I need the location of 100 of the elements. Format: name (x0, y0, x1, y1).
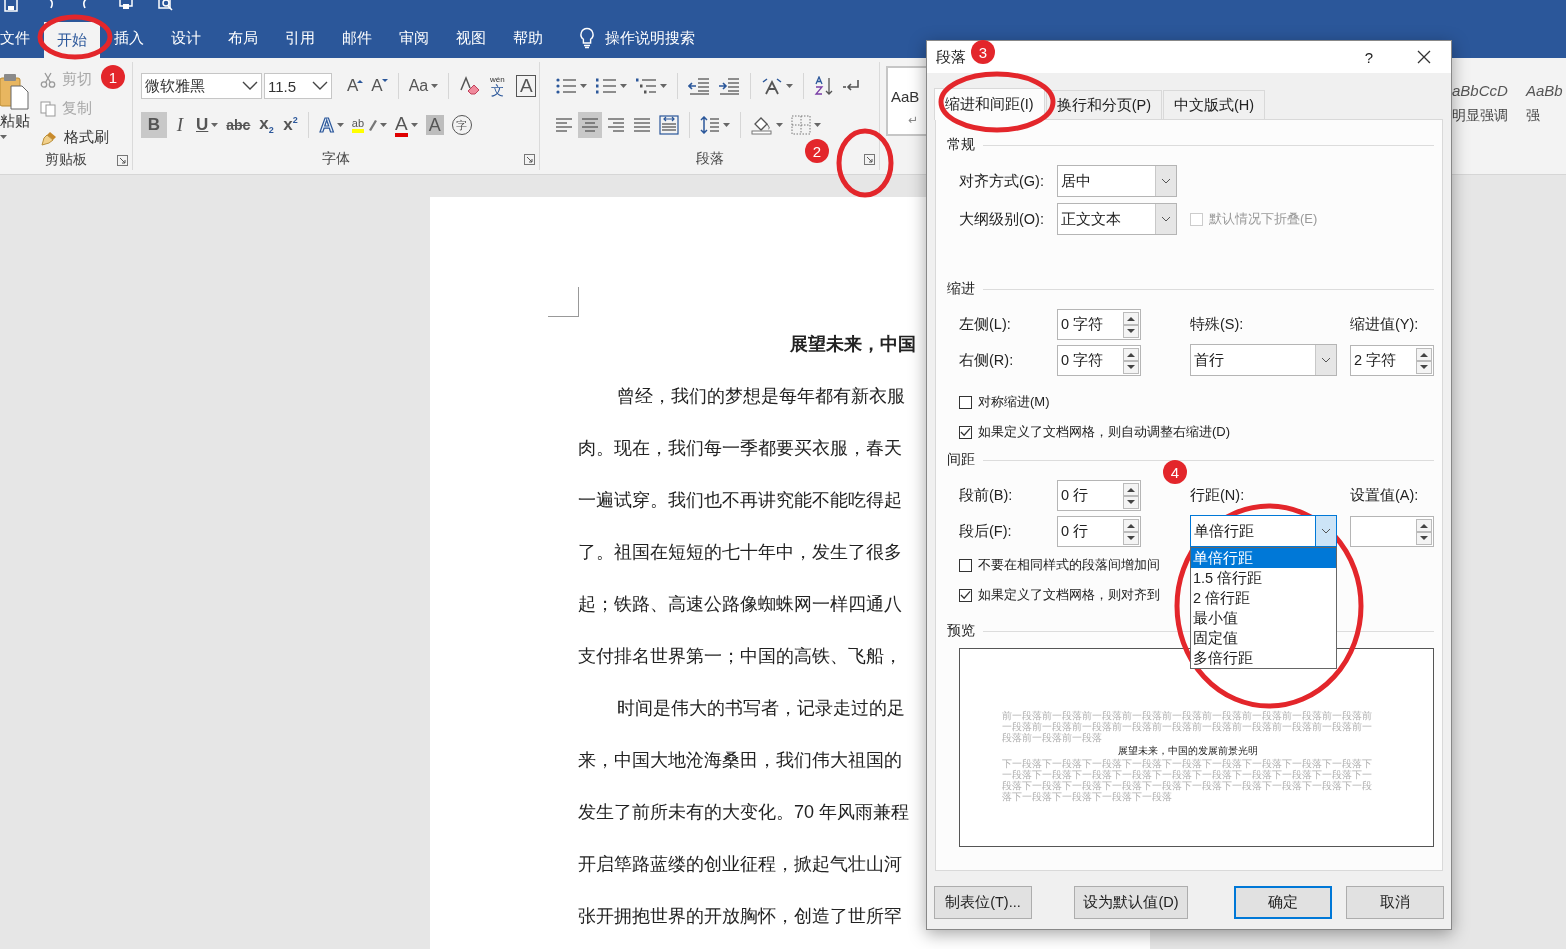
checkbox[interactable] (959, 558, 972, 572)
field-label: 右侧(R): (959, 350, 1015, 370)
ribbon-tab[interactable]: 引用 (272, 18, 328, 58)
font-name-dropdown[interactable]: 微软雅黑 (141, 73, 262, 99)
group-label: 段落 (695, 150, 724, 168)
ribbon-tab[interactable]: 视图 (443, 18, 499, 58)
spin-arrows-icon[interactable] (1416, 347, 1432, 374)
dialog-button[interactable]: 取消 (1346, 886, 1444, 919)
clear-formatting-icon (459, 76, 482, 96)
grow-font-button[interactable]: A (344, 73, 367, 99)
document-text-line: 肉。现在，我们每一季都要买衣服，春天 (578, 437, 902, 460)
shrink-font-button[interactable]: A (368, 73, 391, 99)
phonetic-guide-button[interactable]: wén 文 (486, 73, 509, 99)
sort-icon (814, 76, 834, 96)
spin-field[interactable] (1350, 515, 1434, 547)
paintbrush-icon (40, 129, 58, 146)
pen-icon (367, 118, 378, 132)
close-icon[interactable] (1417, 50, 1431, 64)
section-heading: 间距 (947, 451, 975, 469)
dialog-button[interactable]: 设为默认值(D) (1074, 886, 1188, 919)
font-color-button[interactable]: A (392, 112, 421, 138)
tell-me-search[interactable]: 操作说明搜索 (579, 18, 695, 58)
dialog-launcher-icon[interactable] (117, 155, 128, 166)
print-preview-icon[interactable] (118, 0, 134, 12)
spin-arrows-icon[interactable] (1123, 482, 1139, 509)
distributed-icon (659, 115, 679, 135)
spin-arrows-icon[interactable] (1123, 311, 1139, 338)
dialog-tab[interactable]: 换行和分页(P) (1045, 90, 1163, 119)
italic-button[interactable]: I (169, 112, 191, 138)
checkbox[interactable] (959, 395, 972, 409)
font-size-dropdown[interactable]: 11.5 (264, 73, 332, 99)
style-gallery-item[interactable]: AaBb 强 (1524, 62, 1566, 122)
checkbox[interactable] (959, 588, 972, 602)
magnifier-page-icon[interactable] (158, 0, 174, 12)
save-icon[interactable] (4, 0, 18, 12)
ribbon-tab[interactable]: 审阅 (386, 18, 442, 58)
field-label: 左侧(L): (959, 314, 1012, 334)
increase-indent-icon (718, 77, 740, 95)
paste-button[interactable]: 粘贴 (0, 62, 32, 139)
dropdown-option[interactable]: 2 倍行距 (1191, 588, 1336, 608)
ribbon-tab[interactable]: 设计 (158, 18, 214, 58)
checkbox-label: 默认情况下折叠(E) (1209, 210, 1318, 228)
distributed-button[interactable] (656, 112, 682, 138)
field-label: 段后(F): (959, 521, 1013, 541)
strikethrough-button[interactable]: abc (223, 112, 254, 138)
spin-field[interactable]: 0 字符 (1057, 308, 1141, 340)
spin-field[interactable]: 0 字符 (1057, 344, 1141, 376)
spin-field[interactable]: 0 行 (1057, 479, 1141, 511)
character-border-button[interactable]: A (516, 75, 537, 97)
clipboard-command[interactable]: 格式刷 (40, 126, 109, 149)
spin-arrows-icon[interactable] (1416, 518, 1432, 545)
checkbox-label: 对称缩进(M) (978, 393, 1050, 411)
dialog-button[interactable]: 确定 (1234, 886, 1332, 919)
underline-button[interactable]: U (193, 112, 222, 138)
change-case-button[interactable]: Aa (405, 73, 442, 99)
field-label: 对齐方式(G): (959, 171, 1045, 191)
ribbon-tab[interactable]: 布局 (215, 18, 271, 58)
dropdown-field[interactable]: 居中 (1057, 165, 1177, 197)
field-label: 缩进值(Y): (1350, 314, 1420, 334)
help-button[interactable]: ? (1364, 48, 1373, 66)
dialog-tab[interactable]: 中文版式(H) (1163, 90, 1266, 119)
justify-icon (633, 117, 651, 133)
ribbon-tab[interactable]: 邮件 (329, 18, 385, 58)
document-text-line: 张开拥抱世界的开放胸怀，创造了世所罕 (578, 905, 902, 928)
group-label: 字体 (322, 150, 350, 168)
dropdown-field[interactable]: 首行 (1190, 344, 1337, 376)
subscript-button[interactable]: x$_{2}$ (255, 112, 278, 138)
document-text-line: 发生了前所未有的大变化。70 年风雨兼程 (578, 801, 910, 824)
dropdown-option[interactable]: 多倍行距 (1191, 648, 1336, 668)
dialog-button[interactable]: 制表位(T)... (934, 886, 1032, 919)
dropdown-option[interactable]: 1.5 倍行距 (1191, 568, 1336, 588)
checkbox-label: 如果定义了文档网格，则自动调整右缩进(D) (978, 423, 1231, 441)
preview-sample-text: 展望未来，中国的发展前景光明 (1116, 744, 1259, 758)
dialog-launcher-icon[interactable] (864, 154, 875, 165)
checkbox[interactable] (959, 425, 972, 439)
dropdown-field[interactable]: 正文文本 (1057, 203, 1177, 235)
spin-arrows-icon[interactable] (1123, 347, 1139, 374)
spin-field[interactable]: 0 行 (1057, 515, 1141, 547)
ribbon-tab[interactable]: 帮助 (500, 18, 556, 58)
field-label: 特殊(S): (1190, 314, 1245, 334)
ribbon-tab[interactable]: 文件 (0, 18, 43, 58)
margin-corner-mark (548, 287, 579, 317)
style-gallery-item[interactable]: aBbCcD 明显强调 (1452, 62, 1524, 122)
document-text-line: 支付排名世界第一；中国的高铁、飞船， (578, 645, 902, 668)
document-title: 展望未来，中国 (790, 333, 916, 356)
dialog-launcher-icon[interactable] (524, 154, 535, 165)
ribbon-tab[interactable]: 插入 (101, 18, 157, 58)
bold-button[interactable]: B (141, 112, 167, 138)
section-heading: 缩进 (947, 280, 975, 298)
dropdown-option[interactable]: 最小值 (1191, 608, 1336, 628)
dropdown-option[interactable]: 单倍行距 (1191, 548, 1336, 568)
highlight-button[interactable]: ab (348, 112, 391, 138)
dialog-tab[interactable]: 缩进和间距(I) (934, 88, 1045, 120)
document-text-line: 曾经，我们的梦想是每年都有新衣服 (617, 385, 905, 408)
dropdown-option[interactable]: 固定值 (1191, 628, 1336, 648)
spin-field[interactable]: 2 字符 (1350, 344, 1434, 376)
caret-icon (0, 135, 7, 139)
spin-arrows-icon[interactable] (1123, 518, 1139, 545)
superscript-button[interactable]: x$^{2}$ (279, 112, 302, 138)
decrease-indent-icon (688, 77, 710, 95)
